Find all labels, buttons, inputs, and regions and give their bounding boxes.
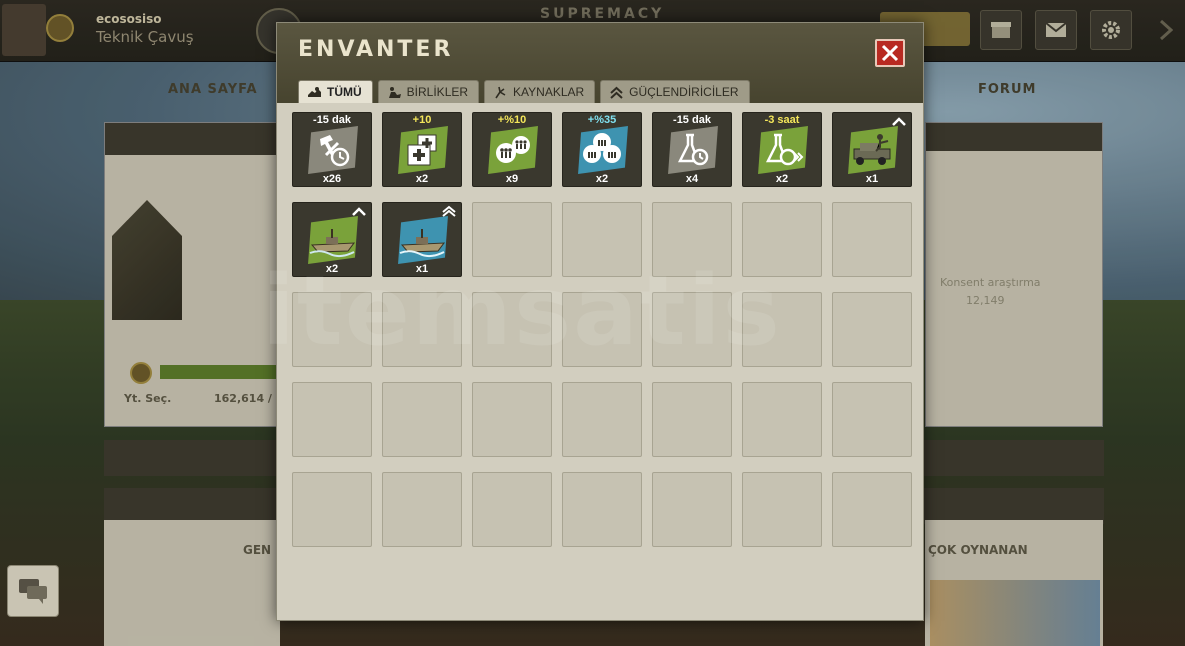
tab-boosters[interactable]: GÜÇLENDİRİCİLER: [600, 80, 750, 103]
empty-slot[interactable]: [562, 472, 642, 547]
empty-slot[interactable]: [832, 202, 912, 277]
empty-slot[interactable]: [832, 382, 912, 457]
close-button[interactable]: [875, 39, 905, 67]
inventory-item[interactable]: +%35 x2: [562, 112, 642, 187]
empty-slot[interactable]: [652, 292, 732, 367]
empty-slot[interactable]: [472, 382, 552, 457]
gunboat-unit-elite-icon: [399, 229, 446, 258]
chat-button[interactable]: [7, 565, 59, 617]
empty-slot[interactable]: [472, 202, 552, 277]
item-count: x2: [595, 173, 609, 185]
modal-header: ENVANTER TÜMÜ BİRLİKLER KAYNAKLAR GÜÇLEN…: [277, 23, 923, 103]
item-effect: -15 dak: [673, 114, 711, 126]
empty-slot[interactable]: [742, 382, 822, 457]
inventory-item[interactable]: x1: [832, 112, 912, 187]
item-effect: +%10: [497, 114, 527, 126]
empty-slot[interactable]: [472, 472, 552, 547]
research-speedup-icon: [677, 133, 709, 166]
empty-slot[interactable]: [832, 472, 912, 547]
inventory-item[interactable]: x2: [292, 202, 372, 277]
inventory-item[interactable]: -3 saat x2: [742, 112, 822, 187]
resources-icon: [495, 86, 506, 98]
item-effect: +10: [412, 114, 432, 126]
gunboat-unit-icon: [309, 229, 356, 258]
tier-chevron-icon: [892, 117, 906, 126]
research-speedup-large-icon: [765, 133, 804, 166]
empty-slot[interactable]: [472, 292, 552, 367]
inventory-modal: ENVANTER TÜMÜ BİRLİKLER KAYNAKLAR GÜÇLEN…: [276, 22, 924, 621]
empty-slot[interactable]: [742, 202, 822, 277]
manpower-boost-large-icon: [583, 133, 621, 163]
inventory-grid: -15 dak x26 +10 x2 +%10 x9 +%35 x2 -15 d…: [292, 112, 912, 547]
tab-bar: TÜMÜ BİRLİKLER KAYNAKLAR GÜÇLENDİRİCİLER: [298, 80, 750, 103]
empty-slot[interactable]: [652, 382, 732, 457]
empty-slot[interactable]: [742, 472, 822, 547]
medical-supplies-icon: [407, 134, 437, 166]
item-count: x4: [685, 173, 699, 185]
item-count: x2: [775, 173, 789, 185]
chat-icon: [19, 579, 47, 604]
item-count: x1: [415, 263, 429, 275]
empty-slot[interactable]: [382, 382, 462, 457]
boosters-icon: [610, 86, 623, 99]
modal-title: ENVANTER: [298, 37, 454, 62]
empty-slot[interactable]: [742, 292, 822, 367]
empty-slot[interactable]: [382, 292, 462, 367]
tab-label: BİRLİKLER: [406, 85, 469, 99]
empty-slot[interactable]: [832, 292, 912, 367]
empty-slot[interactable]: [562, 382, 642, 457]
tab-resources[interactable]: KAYNAKLAR: [484, 80, 596, 103]
empty-slot[interactable]: [562, 292, 642, 367]
empty-slot[interactable]: [652, 472, 732, 547]
tier-chevron-icon: [352, 207, 366, 216]
inventory-item[interactable]: +%10 x9: [472, 112, 552, 187]
tier-chevron-double-icon: [442, 205, 456, 217]
empty-slot[interactable]: [652, 202, 732, 277]
construction-speedup-icon: [320, 135, 350, 167]
tab-label: GÜÇLENDİRİCİLER: [629, 85, 739, 99]
empty-slot[interactable]: [292, 382, 372, 457]
empty-slot[interactable]: [292, 292, 372, 367]
tab-label: TÜMÜ: [327, 85, 362, 99]
tab-units[interactable]: BİRLİKLER: [377, 80, 480, 103]
item-effect: -15 dak: [313, 114, 351, 126]
all-icon: [308, 86, 321, 97]
manpower-boost-icon: [496, 136, 530, 163]
close-icon: [881, 44, 899, 62]
units-icon: [388, 86, 401, 98]
tab-all[interactable]: TÜMÜ: [298, 80, 373, 103]
item-effect: -3 saat: [764, 114, 800, 126]
item-count: x1: [865, 173, 879, 185]
inventory-item[interactable]: x1: [382, 202, 462, 277]
item-count: x2: [415, 173, 429, 185]
inventory-item[interactable]: -15 dak x4: [652, 112, 732, 187]
item-count: x9: [505, 173, 519, 185]
empty-slot[interactable]: [562, 202, 642, 277]
item-count: x2: [325, 263, 339, 275]
empty-slot[interactable]: [382, 472, 462, 547]
item-count: x26: [322, 173, 342, 185]
empty-slot[interactable]: [292, 472, 372, 547]
item-effect: +%35: [587, 114, 617, 126]
inventory-item[interactable]: -15 dak x26: [292, 112, 372, 187]
tab-label: KAYNAKLAR: [513, 85, 585, 99]
inventory-item[interactable]: +10 x2: [382, 112, 462, 187]
armored-car-unit-icon: [853, 134, 891, 165]
